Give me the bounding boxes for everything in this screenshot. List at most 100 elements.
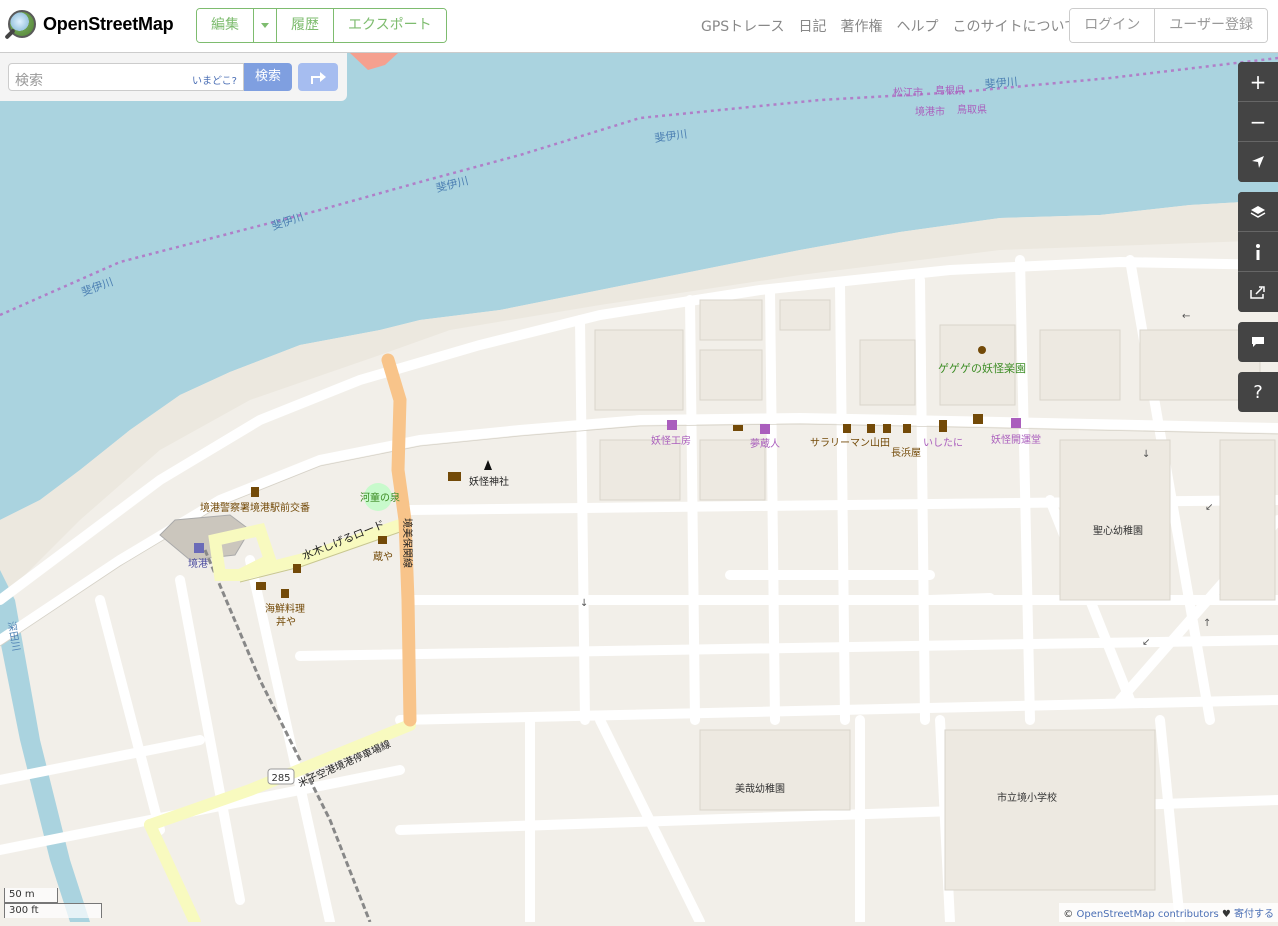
query-controls: ? xyxy=(1238,372,1278,412)
heart-icon: ♥ xyxy=(1222,909,1231,920)
svg-text:←: ← xyxy=(1182,311,1190,322)
playground-icon xyxy=(978,346,986,354)
svg-text:境美保関線: 境美保関線 xyxy=(401,518,414,568)
share-icon xyxy=(1250,285,1266,299)
gift-icon-3 xyxy=(1011,418,1021,428)
osm-contributors-link[interactable]: OpenStreetMap contributors xyxy=(1076,909,1218,920)
scale-metric: 50 m xyxy=(4,888,58,903)
history-button[interactable]: 履歴 xyxy=(277,9,334,42)
music-shop-icon xyxy=(939,420,947,432)
login-button[interactable]: ログイン xyxy=(1070,9,1155,42)
search-placeholder: 検索 xyxy=(15,70,43,90)
police-icon xyxy=(251,487,259,497)
nav-gps-traces[interactable]: GPSトレース xyxy=(701,16,784,36)
shop-icon-4 xyxy=(903,424,911,433)
search-button[interactable]: 検索 xyxy=(244,63,292,91)
svg-text:サラリーマン山田: サラリーマン山田 xyxy=(810,437,890,449)
svg-text:市立境小学校: 市立境小学校 xyxy=(997,791,1057,804)
zoom-in-button[interactable]: + xyxy=(1238,62,1278,102)
svg-text:妖怪開運堂: 妖怪開運堂 xyxy=(991,433,1041,446)
svg-text:河童の泉: 河童の泉 xyxy=(360,491,400,504)
copyright-symbol: © xyxy=(1063,909,1073,920)
nav-about[interactable]: このサイトについて xyxy=(952,16,1078,36)
directions-button[interactable] xyxy=(298,63,338,91)
logo-text: OpenStreetMap xyxy=(43,14,173,35)
search-panel: 検索 いまどこ? 検索 xyxy=(0,53,347,101)
route-number: 285 xyxy=(271,773,290,784)
layers-icon xyxy=(1250,205,1266,219)
edit-button[interactable]: 編集 xyxy=(197,9,254,42)
location-arrow-icon xyxy=(1251,155,1265,169)
search-input[interactable]: 検索 いまどこ? xyxy=(8,63,244,91)
scale-imperial: 300 ft xyxy=(4,903,102,918)
svg-text:いしたに: いしたに xyxy=(923,437,963,449)
nav-help[interactable]: ヘルプ xyxy=(896,16,938,36)
edit-dropdown-button[interactable] xyxy=(254,9,277,42)
shop-icon-2 xyxy=(867,424,875,433)
comment-icon xyxy=(1251,336,1265,348)
add-note-button[interactable] xyxy=(1238,322,1278,362)
station-icon xyxy=(194,543,204,553)
fastfood-icon xyxy=(733,425,743,431)
svg-text:妖怪神社: 妖怪神社 xyxy=(469,475,509,488)
restaurant-icon-4 xyxy=(973,414,983,424)
attribution: © OpenStreetMap contributors ♥ 寄付する xyxy=(1059,903,1278,922)
layers-button[interactable] xyxy=(1238,192,1278,232)
svg-text:ゲゲゲの妖怪楽園: ゲゲゲの妖怪楽園 xyxy=(938,361,1026,375)
auth-buttons: ログイン ユーザー登録 xyxy=(1069,8,1268,43)
svg-text:↙: ↙ xyxy=(1142,637,1150,648)
top-header: OpenStreetMap 編集 履歴 エクスポート GPSトレース 日記 著作… xyxy=(0,0,1278,53)
locate-button[interactable] xyxy=(1238,142,1278,182)
restaurant-icon-3 xyxy=(281,589,289,598)
restaurant-icon-2 xyxy=(293,564,301,573)
zoom-out-button[interactable]: − xyxy=(1238,102,1278,142)
svg-text:丼や: 丼や xyxy=(276,615,296,628)
minus-icon: − xyxy=(1250,110,1267,134)
question-icon: ? xyxy=(1253,382,1263,403)
restaurant-icon xyxy=(256,582,266,590)
map-svg[interactable]: ← ↓ ↓ ↙ ↙ ↑ 斐伊川 斐伊川 斐伊川 斐伊川 斐伊川 深田川 松江市 … xyxy=(0,53,1278,922)
svg-text:妖怪工房: 妖怪工房 xyxy=(651,434,691,447)
cafe-icon xyxy=(378,536,387,544)
export-button[interactable]: エクスポート xyxy=(334,9,446,42)
osm-logo-icon xyxy=(8,10,36,38)
svg-text:長浜屋: 長浜屋 xyxy=(891,447,921,459)
query-features-button[interactable]: ? xyxy=(1238,372,1278,412)
svg-text:夢蔵人: 夢蔵人 xyxy=(750,437,780,450)
info-icon xyxy=(1255,244,1261,260)
shop-icon-3 xyxy=(883,424,891,433)
svg-text:聖心幼稚園: 聖心幼稚園 xyxy=(1093,524,1143,537)
svg-text:↓: ↓ xyxy=(580,598,588,609)
svg-text:↑: ↑ xyxy=(1203,618,1211,629)
plus-icon: + xyxy=(1250,70,1267,94)
svg-text:美哉幼稚園: 美哉幼稚園 xyxy=(735,782,785,795)
nav-copyright[interactable]: 著作権 xyxy=(840,16,882,36)
main-nav: GPSトレース 日記 著作権 ヘルプ このサイトについて xyxy=(701,16,1078,36)
donate-link[interactable]: 寄付する xyxy=(1234,909,1274,920)
scale-bar: 50 m 300 ft xyxy=(4,888,102,918)
note-controls xyxy=(1238,322,1278,362)
gift-icon-2 xyxy=(760,424,770,434)
map-key-button[interactable] xyxy=(1238,232,1278,272)
chevron-down-icon xyxy=(261,23,269,28)
map-controls: + − ? xyxy=(1238,62,1278,422)
share-button[interactable] xyxy=(1238,272,1278,312)
layer-controls xyxy=(1238,192,1278,312)
svg-text:↓: ↓ xyxy=(1142,449,1150,460)
edit-toolbar: 編集 履歴 エクスポート xyxy=(196,8,447,43)
svg-text:鳥取県: 鳥取県 xyxy=(957,103,987,116)
svg-text:松江市: 松江市 xyxy=(893,86,923,99)
nav-diary[interactable]: 日記 xyxy=(798,16,826,36)
where-am-i-link[interactable]: いまどこ? xyxy=(192,72,237,87)
site-logo[interactable]: OpenStreetMap xyxy=(8,10,173,38)
map-canvas[interactable]: ← ↓ ↓ ↙ ↙ ↑ 斐伊川 斐伊川 斐伊川 斐伊川 斐伊川 深田川 松江市 … xyxy=(0,53,1278,922)
svg-text:↙: ↙ xyxy=(1205,502,1213,513)
svg-text:海鮮料理: 海鮮料理 xyxy=(265,602,305,615)
svg-text:境港警察署境港駅前交番: 境港警察署境港駅前交番 xyxy=(200,501,310,514)
post-office-icon xyxy=(448,472,461,481)
gift-icon xyxy=(667,420,677,430)
svg-text:境港市: 境港市 xyxy=(915,105,945,118)
directions-icon xyxy=(308,68,328,86)
shop-icon xyxy=(843,424,851,433)
signup-button[interactable]: ユーザー登録 xyxy=(1155,9,1267,42)
